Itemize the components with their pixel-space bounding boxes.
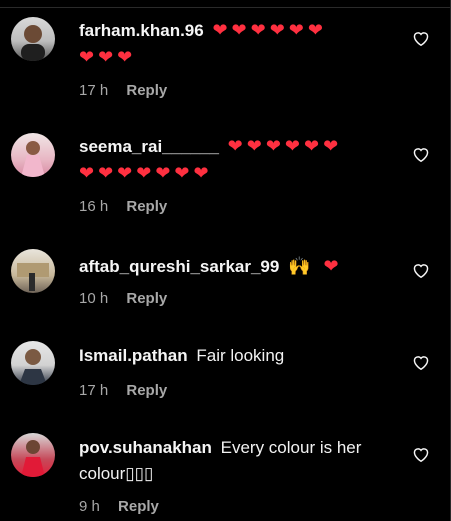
timestamp: 16 h xyxy=(79,198,109,215)
comment-text: aftab_qureshi_sarkar_99 🙌 ❤ xyxy=(79,253,399,280)
timestamp: 9 h xyxy=(79,498,100,515)
avatar-image xyxy=(21,141,45,177)
comment-text: pov.suhanakhan Every colour is her colou… xyxy=(79,435,399,487)
username[interactable]: farham.khan.96 xyxy=(79,21,204,40)
avatar-image xyxy=(17,263,49,291)
avatar[interactable] xyxy=(11,17,55,61)
heart-outline-icon[interactable] xyxy=(412,446,430,462)
heart-emojis: ❤❤❤❤❤❤ xyxy=(212,20,327,40)
comment-body: Every colour is her xyxy=(220,438,362,457)
heart-outline-icon[interactable] xyxy=(412,146,430,162)
heart-outline-icon[interactable] xyxy=(412,262,430,278)
comment-meta: 17 h Reply xyxy=(79,382,181,399)
avatar[interactable] xyxy=(11,249,55,293)
comment-meta: 10 h Reply xyxy=(79,290,181,307)
comment-meta: 16 h Reply xyxy=(79,198,181,215)
heart-emojis: ❤❤❤❤❤❤ xyxy=(227,136,343,156)
heart-outline-icon[interactable] xyxy=(412,30,430,46)
username[interactable]: pov.suhanakhan xyxy=(79,438,212,457)
comment-body: Fair looking xyxy=(196,346,285,365)
username[interactable]: aftab_qureshi_sarkar_99 xyxy=(79,257,279,276)
reply-button[interactable]: Reply xyxy=(126,198,167,215)
heart-outline-icon[interactable] xyxy=(412,354,430,370)
timestamp: 10 h xyxy=(79,290,109,307)
avatar[interactable] xyxy=(11,133,55,177)
username[interactable]: seema_rai______ xyxy=(79,137,219,156)
avatar[interactable] xyxy=(11,433,55,477)
comment-text: farham.khan.96 ❤❤❤❤❤❤ ❤❤❤ xyxy=(79,17,399,70)
comment-meta: 9 h Reply xyxy=(79,498,173,515)
timestamp: 17 h xyxy=(79,82,109,99)
heart-emojis: ❤❤❤❤❤❤❤ xyxy=(79,163,213,183)
avatar[interactable] xyxy=(11,341,55,385)
reply-button[interactable]: Reply xyxy=(126,290,167,307)
top-divider xyxy=(0,0,451,8)
avatar-image xyxy=(21,25,45,61)
username[interactable]: Ismail.pathan xyxy=(79,346,188,365)
emoji-reaction: 🙌 ❤ xyxy=(288,256,343,276)
comment-meta: 17 h Reply xyxy=(79,82,181,99)
timestamp: 17 h xyxy=(79,382,109,399)
reply-button[interactable]: Reply xyxy=(126,82,167,99)
avatar-image xyxy=(21,440,45,477)
reply-button[interactable]: Reply xyxy=(118,498,159,515)
reply-button[interactable]: Reply xyxy=(126,382,167,399)
comment-text: Ismail.pathan Fair looking xyxy=(79,343,399,369)
comment-text: seema_rai______ ❤❤❤❤❤❤ ❤❤❤❤❤❤❤ xyxy=(79,133,399,186)
avatar-image xyxy=(19,349,47,385)
comment-body: colour▯▯▯ xyxy=(79,464,154,483)
heart-emojis: ❤❤❤ xyxy=(79,47,137,67)
